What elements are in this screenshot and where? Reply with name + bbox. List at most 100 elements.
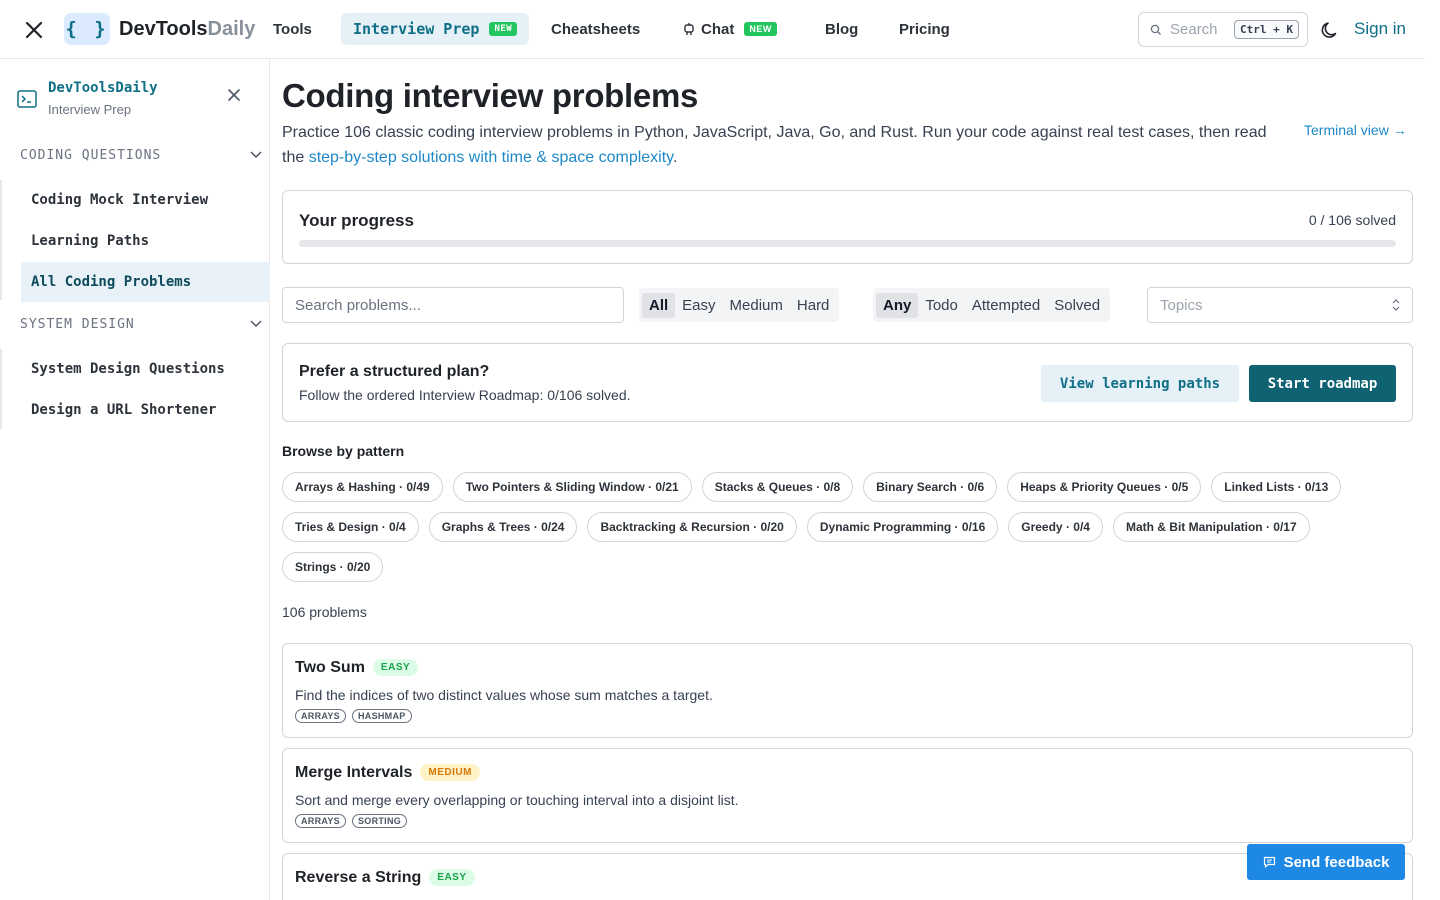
- pattern-chip[interactable]: Backtracking & Recursion · 0/20: [587, 512, 797, 542]
- plan-subtitle: Follow the ordered Interview Roadmap: 0/…: [299, 387, 631, 403]
- pattern-chip[interactable]: Math & Bit Manipulation · 0/17: [1112, 512, 1310, 542]
- search-shortcut: Ctrl + K: [1234, 20, 1299, 39]
- problem-search-placeholder: Search problems...: [295, 296, 421, 314]
- difficulty-badge: MEDIUM: [420, 764, 480, 781]
- difficulty-badge: EASY: [429, 869, 475, 886]
- status-filter: Any Todo Attempted Solved: [873, 288, 1111, 322]
- intro-end: .: [672, 149, 678, 166]
- plan-title: Prefer a structured plan?: [299, 363, 490, 380]
- problem-card[interactable]: Two Sum EASY Find the indices of two dist…: [282, 643, 1413, 738]
- sidebar-item-label: System Design Questions: [31, 361, 225, 377]
- problem-tags: ARRAYS SORTING: [295, 814, 408, 828]
- pattern-chip[interactable]: Binary Search · 0/6: [863, 472, 998, 502]
- chevron-down-icon[interactable]: [250, 151, 262, 159]
- pattern-chip[interactable]: Dynamic Programming · 0/16: [806, 512, 999, 542]
- sidebar-group-line: [0, 349, 2, 429]
- pattern-chip[interactable]: Graphs & Trees · 0/24: [428, 512, 578, 542]
- problem-description: Sort and merge every overlapping or touc…: [295, 792, 739, 808]
- chevron-down-icon[interactable]: [250, 320, 262, 328]
- sidebar-item-learning-paths[interactable]: Learning Paths: [21, 221, 270, 261]
- search-icon: [1150, 24, 1161, 35]
- theme-toggle-moon-icon[interactable]: [1320, 19, 1342, 41]
- progress-card: Your progress 0 / 106 solved: [282, 190, 1413, 264]
- problem-description: Find the indices of two distinct values …: [295, 687, 713, 703]
- sidebar-section-system-design[interactable]: SYSTEM DESIGN: [20, 317, 135, 332]
- difficulty-badge: EASY: [372, 659, 419, 676]
- sidebar-item-system-design-questions[interactable]: System Design Questions: [21, 349, 270, 389]
- close-icon[interactable]: [227, 88, 241, 102]
- pattern-chip[interactable]: Tries & Design · 0/4: [282, 512, 419, 542]
- pattern-chip[interactable]: Arrays & Hashing · 0/49: [282, 472, 443, 502]
- pattern-chip[interactable]: Two Pointers & Sliding Window · 0/21: [452, 472, 692, 502]
- sidebar-item-label: All Coding Problems: [31, 274, 192, 290]
- sidebar: DevToolsDaily Interview Prep CODING QUES…: [0, 60, 270, 900]
- close-icon[interactable]: [22, 18, 46, 42]
- search-placeholder: Search: [1170, 21, 1218, 38]
- topics-select[interactable]: Topics: [1147, 287, 1413, 323]
- topics-placeholder: Topics: [1160, 296, 1203, 314]
- status-any[interactable]: Any: [876, 292, 919, 318]
- pattern-chip[interactable]: Linked Lists · 0/13: [1211, 472, 1342, 502]
- search-input[interactable]: Search Ctrl + K: [1138, 12, 1308, 47]
- difficulty-medium[interactable]: Medium: [723, 293, 790, 318]
- sidebar-section-coding[interactable]: CODING QUESTIONS: [20, 148, 161, 163]
- status-attempted[interactable]: Attempted: [965, 293, 1047, 318]
- view-learning-paths-button[interactable]: View learning paths: [1041, 365, 1239, 402]
- problem-search-input[interactable]: Search problems...: [282, 287, 624, 323]
- problem-tags: ARRAYS HASHMAP: [295, 709, 412, 723]
- problem-tag: SORTING: [351, 814, 408, 828]
- solutions-link[interactable]: step-by-step solutions with time & space…: [309, 149, 673, 166]
- problem-card[interactable]: Reverse a String EASY: [282, 853, 1413, 900]
- plan-card: Prefer a structured plan? Follow the ord…: [282, 343, 1413, 422]
- brand-accent: Daily: [207, 18, 256, 40]
- pattern-chip[interactable]: Heaps & Priority Queues · 0/5: [1007, 472, 1202, 502]
- new-badge: NEW: [744, 22, 777, 36]
- nav-chat[interactable]: Chat NEW: [683, 13, 777, 45]
- problem-tag: ARRAYS: [295, 814, 346, 828]
- nav-interview-prep-label: Interview Prep: [353, 20, 480, 38]
- start-roadmap-button[interactable]: Start roadmap: [1249, 365, 1396, 402]
- browse-by-pattern-heading: Browse by pattern: [282, 443, 405, 459]
- sidebar-group-line: [0, 180, 2, 300]
- nav-blog[interactable]: Blog: [825, 13, 858, 45]
- problem-count: 106 problems: [282, 604, 367, 620]
- nav-tools[interactable]: Tools: [273, 13, 312, 45]
- problem-tag: ARRAYS: [295, 709, 346, 723]
- difficulty-hard[interactable]: Hard: [790, 293, 837, 318]
- problem-title-text: Two Sum: [295, 659, 365, 676]
- nav-cheatsheets[interactable]: Cheatsheets: [551, 13, 640, 45]
- difficulty-easy[interactable]: Easy: [675, 293, 722, 318]
- status-solved[interactable]: Solved: [1047, 293, 1107, 318]
- status-todo[interactable]: Todo: [918, 293, 965, 318]
- logo-icon[interactable]: { }: [64, 13, 110, 45]
- nav-interview-prep[interactable]: Interview Prep NEW: [341, 13, 530, 45]
- pattern-chip[interactable]: Stacks & Queues · 0/8: [701, 472, 854, 502]
- sidebar-item-design-url-shortener[interactable]: Design a URL Shortener: [21, 390, 270, 430]
- brand-name[interactable]: DevToolsDaily: [119, 18, 255, 41]
- difficulty-filter: All Easy Medium Hard: [639, 288, 840, 322]
- scrollbar[interactable]: [1425, 0, 1440, 900]
- sidebar-item-coding-mock-interview[interactable]: Coding Mock Interview: [21, 180, 270, 220]
- new-badge: NEW: [489, 22, 518, 36]
- nav-blog-label: Blog: [825, 20, 859, 38]
- top-navigation: { } DevToolsDaily Tools Interview Prep NE…: [0, 0, 1425, 59]
- sign-in-link[interactable]: Sign in: [1354, 19, 1406, 39]
- pattern-chips: Arrays & Hashing · 0/49 Two Pointers & S…: [282, 472, 1413, 582]
- nav-chat-label: Chat: [701, 20, 735, 38]
- sidebar-item-label: Design a URL Shortener: [31, 402, 217, 418]
- brand-main: DevTools: [119, 18, 208, 40]
- problem-card[interactable]: Merge Intervals MEDIUM Sort and merge eve…: [282, 748, 1413, 843]
- sidebar-item-all-coding-problems[interactable]: All Coding Problems: [21, 262, 270, 302]
- terminal-view-link[interactable]: Terminal view →: [1304, 122, 1407, 138]
- pattern-chip[interactable]: Strings · 0/20: [282, 552, 384, 582]
- progress-title: Your progress: [299, 211, 414, 230]
- intro-text: Practice 106 classic coding interview pr…: [282, 120, 1292, 170]
- terminal-icon: [17, 90, 37, 108]
- send-feedback-button[interactable]: Send feedback: [1247, 844, 1405, 880]
- progress-count: 0 / 106 solved: [1308, 212, 1396, 228]
- pattern-chip[interactable]: Greedy · 0/4: [1008, 512, 1103, 542]
- nav-pricing[interactable]: Pricing: [899, 13, 950, 45]
- difficulty-all[interactable]: All: [642, 292, 676, 318]
- problem-tag: HASHMAP: [351, 709, 412, 723]
- problem-title-text: Reverse a String: [295, 869, 422, 886]
